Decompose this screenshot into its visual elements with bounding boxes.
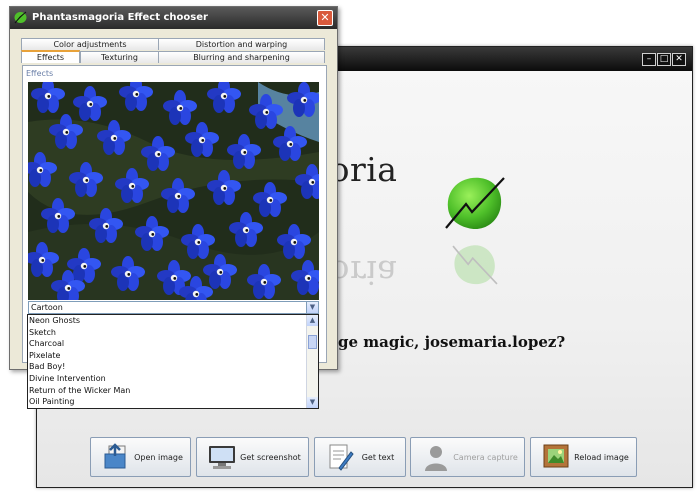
picture-frame-icon	[543, 444, 569, 468]
effect-select-value: Cartoon	[31, 303, 63, 312]
reload-image-label: Reload image	[574, 452, 629, 462]
logo-leaf-icon	[445, 177, 505, 230]
effect-select[interactable]: Cartoon ▼	[28, 301, 319, 314]
list-item[interactable]: Return of the Wicker Man	[28, 385, 318, 397]
camera-capture-button[interactable]: Camera capture	[410, 437, 525, 477]
list-item[interactable]: Neon Ghosts	[28, 315, 318, 327]
maximize-icon[interactable]: □	[657, 53, 671, 66]
get-screenshot-button[interactable]: Get screenshot	[196, 437, 309, 477]
list-item[interactable]: Charcoal	[28, 338, 318, 350]
monitor-icon	[209, 446, 235, 469]
document-pen-icon	[329, 444, 354, 471]
open-image-icon	[104, 443, 126, 469]
app-leaf-icon	[14, 11, 27, 24]
list-item[interactable]: Oil Painting	[28, 396, 318, 408]
tab-blurring-sharpening[interactable]: Blurring and sharpening	[158, 51, 325, 63]
list-item[interactable]: Pixelate	[28, 350, 318, 362]
scroll-down-icon[interactable]: ▼	[307, 397, 318, 408]
scroll-up-icon[interactable]: ▲	[307, 315, 318, 326]
logo-leaf-reflection	[452, 245, 498, 285]
open-image-label: Open image	[134, 452, 183, 462]
list-item[interactable]: Bad Boy!	[28, 361, 318, 373]
get-text-label: Get text	[361, 452, 395, 462]
dialog-title: Phantasmagoria Effect chooser	[32, 12, 208, 23]
camera-capture-label: Camera capture	[453, 452, 518, 462]
open-image-button[interactable]: Open image	[90, 437, 191, 477]
dialog-title-bar[interactable]: Phantasmagoria Effect chooser ✕	[10, 7, 337, 29]
list-scrollbar[interactable]: ▲ ▼	[306, 315, 318, 408]
tab-effects[interactable]: Effects	[21, 50, 80, 63]
effect-dropdown-list[interactable]: Neon Ghosts Sketch Charcoal Pixelate Bad…	[27, 314, 319, 409]
tab-color-adjustments[interactable]: Color adjustments	[21, 38, 159, 50]
get-screenshot-label: Get screenshot	[240, 452, 301, 462]
tab-distortion-warping[interactable]: Distortion and warping	[158, 38, 325, 50]
person-silhouette-icon	[425, 446, 447, 471]
effect-preview-image	[28, 82, 319, 300]
dialog-close-icon[interactable]: ✕	[317, 10, 333, 26]
scroll-thumb[interactable]	[308, 335, 317, 349]
get-text-button[interactable]: Get text	[314, 437, 406, 477]
minimize-icon[interactable]: –	[642, 53, 656, 66]
close-icon[interactable]: ✕	[672, 53, 686, 66]
list-item[interactable]: Divine Intervention	[28, 373, 318, 385]
effects-group-label: Effects	[26, 69, 54, 78]
greeting-text: ge magic, josemaria.lopez?	[338, 333, 566, 351]
tab-texturing[interactable]: Texturing	[80, 51, 159, 63]
reload-image-button[interactable]: Reload image	[530, 437, 637, 477]
chevron-down-icon[interactable]: ▼	[306, 302, 318, 313]
list-item[interactable]: Sketch	[28, 327, 318, 339]
